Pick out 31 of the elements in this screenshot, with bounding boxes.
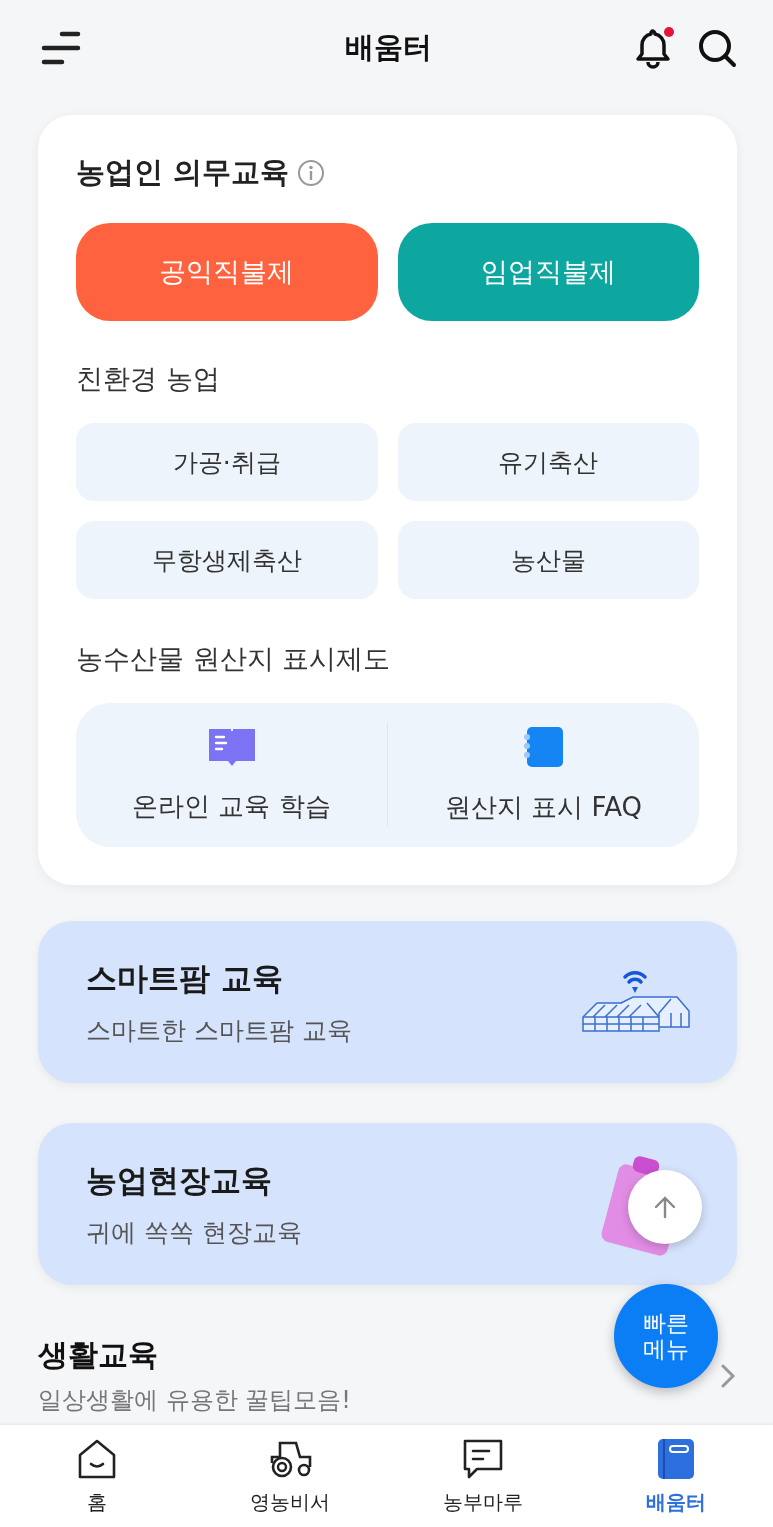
book-icon (206, 726, 257, 767)
banner-title: 농업현장교육 (86, 1160, 273, 1200)
banner-card[interactable]: 스마트팜 교육 스마트한 스마트팜 교육 (38, 921, 737, 1083)
chevron-right-icon[interactable] (719, 1363, 737, 1388)
section-title: 친환경 농업 (76, 362, 221, 396)
link-button[interactable]: 원산지 표시 FAQ (388, 703, 699, 847)
quick-menu-button[interactable]: 빠른 메뉴 (614, 1284, 718, 1388)
nav-tab[interactable]: 배움터 (579, 1425, 773, 1527)
section-title: 농업인 의무교육 (76, 154, 290, 191)
category-button[interactable]: 가공·취급 (76, 423, 378, 501)
section-subtitle: 일상생활에 유용한 꿀팁모음! (38, 1385, 351, 1416)
category-button[interactable]: 농산물 (397, 521, 699, 599)
search-icon[interactable] (697, 27, 737, 68)
section-title: 농수산물 원산지 표시제도 (76, 642, 392, 676)
nav-tab[interactable]: 농부마루 (386, 1425, 580, 1527)
category-button[interactable]: 유기축산 (397, 423, 699, 501)
link-button[interactable]: 온라인 교육 학습 (76, 703, 387, 847)
category-button[interactable]: 무항생제축산 (76, 521, 378, 599)
notebook-icon (522, 725, 565, 768)
nav-tab[interactable]: 홈 (0, 1425, 194, 1527)
bell-icon[interactable] (633, 26, 675, 69)
nav-tab[interactable]: 영농비서 (193, 1425, 387, 1527)
banner-title: 스마트팜 교육 (86, 958, 284, 998)
page-title: 배움터 (345, 28, 432, 66)
section-title: 생활교육 (38, 1336, 158, 1374)
arrow-up-icon (653, 1195, 677, 1219)
banner-subtitle: 귀에 쏙쏙 현장교육 (86, 1216, 303, 1249)
greenhouse-icon (581, 969, 691, 1035)
banner-card[interactable]: 농업현장교육 귀에 쏙쏙 현장교육 (38, 1123, 737, 1285)
info-icon[interactable] (297, 159, 326, 187)
banner-subtitle: 스마트한 스마트팜 교육 (86, 1014, 353, 1047)
